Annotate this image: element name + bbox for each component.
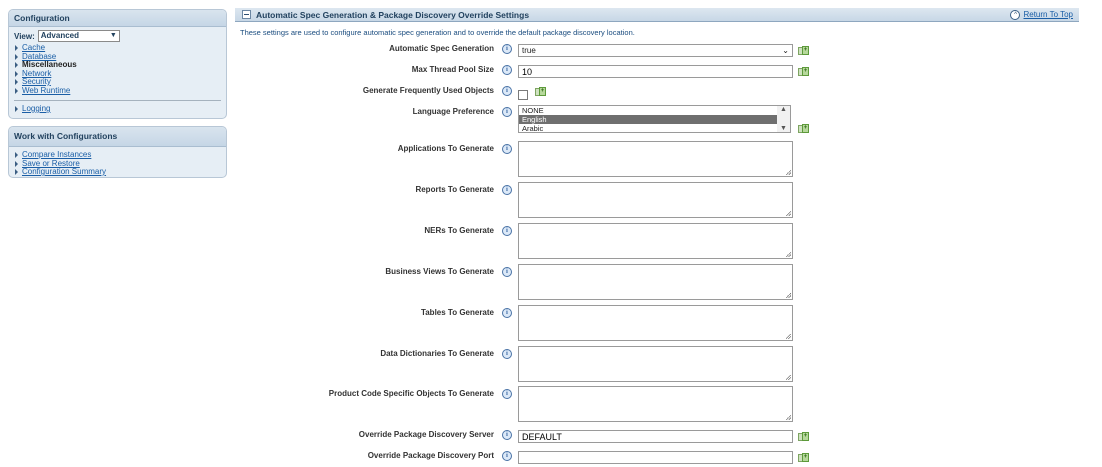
- triangle-right-icon: [15, 87, 18, 94]
- sidebar-item-web-runtime[interactable]: Web Runtime: [14, 86, 221, 96]
- work-item-label[interactable]: Configuration Summary: [22, 167, 106, 177]
- triangle-right-icon: [15, 62, 18, 69]
- business-views-textarea[interactable]: [518, 264, 793, 300]
- triangle-right-icon: [15, 169, 18, 176]
- info-icon[interactable]: i: [502, 65, 512, 75]
- data-dictionaries-label: Data Dictionaries To Generate: [380, 349, 494, 358]
- info-icon[interactable]: i: [502, 430, 512, 440]
- tables-label: Tables To Generate: [420, 308, 494, 317]
- ners-label: NERs To Generate: [424, 226, 494, 235]
- work-panel-title: Work with Configurations: [9, 127, 226, 147]
- sidebar-item-label[interactable]: Web Runtime: [22, 86, 70, 96]
- chevron-down-icon: ⌄: [782, 46, 789, 55]
- language-option-selected[interactable]: English: [519, 115, 777, 124]
- return-to-top[interactable]: ^ Return To Top: [1010, 9, 1073, 20]
- add-override-icon[interactable]: +: [798, 124, 809, 133]
- info-icon[interactable]: i: [502, 349, 512, 359]
- view-select-value: Advanced: [40, 31, 79, 40]
- sidebar-item-logging[interactable]: Logging: [14, 104, 221, 114]
- view-label: View:: [14, 31, 35, 41]
- section-header: Automatic Spec Generation & Package Disc…: [235, 8, 1079, 22]
- gen-frequent-label: Generate Frequently Used Objects: [362, 86, 494, 95]
- configuration-panel-title: Configuration: [9, 10, 226, 27]
- gen-frequent-checkbox[interactable]: [518, 90, 528, 100]
- info-icon[interactable]: i: [502, 144, 512, 154]
- reports-textarea[interactable]: [518, 182, 793, 218]
- scroll-up-icon[interactable]: ▲: [780, 106, 787, 113]
- ners-textarea[interactable]: [518, 223, 793, 259]
- business-views-label: Business Views To Generate: [385, 267, 494, 276]
- max-thread-label: Max Thread Pool Size: [411, 65, 494, 74]
- section-description: These settings are used to configure aut…: [240, 28, 635, 37]
- applications-label: Applications To Generate: [397, 144, 494, 153]
- info-icon[interactable]: i: [502, 86, 512, 96]
- info-icon[interactable]: i: [502, 267, 512, 277]
- data-dictionaries-textarea[interactable]: [518, 346, 793, 382]
- view-select[interactable]: Advanced ▼: [37, 30, 120, 42]
- info-icon[interactable]: i: [502, 185, 512, 195]
- divider: [14, 100, 221, 101]
- section-title: Automatic Spec Generation & Package Disc…: [256, 9, 530, 20]
- auto-spec-select[interactable]: true ⌄: [518, 44, 793, 57]
- return-to-top-link[interactable]: Return To Top: [1023, 10, 1073, 19]
- triangle-right-icon: [15, 45, 18, 52]
- up-arrow-icon: ^: [1010, 9, 1021, 20]
- triangle-right-icon: [15, 106, 18, 113]
- work-item-configuration-summary[interactable]: Configuration Summary: [14, 167, 221, 177]
- language-option[interactable]: Arabic: [519, 124, 777, 133]
- tables-textarea[interactable]: [518, 305, 793, 341]
- override-server-label: Override Package Discovery Server: [358, 430, 494, 439]
- add-override-icon[interactable]: +: [798, 46, 809, 55]
- override-port-label: Override Package Discovery Port: [367, 451, 494, 460]
- info-icon[interactable]: i: [502, 107, 512, 117]
- info-icon[interactable]: i: [502, 451, 512, 461]
- triangle-right-icon: [15, 79, 18, 86]
- add-override-icon[interactable]: +: [798, 432, 809, 441]
- configuration-panel: Configuration View: Advanced ▼ Cache Dat…: [8, 9, 227, 119]
- scroll-down-icon[interactable]: ▼: [780, 125, 787, 132]
- sidebar-item-label[interactable]: Logging: [22, 104, 50, 114]
- info-icon[interactable]: i: [502, 44, 512, 54]
- language-label: Language Preference: [412, 107, 494, 116]
- add-override-icon[interactable]: +: [798, 67, 809, 76]
- triangle-right-icon: [15, 53, 18, 60]
- auto-spec-value: true: [522, 46, 536, 55]
- info-icon[interactable]: i: [502, 226, 512, 236]
- triangle-right-icon: [15, 70, 18, 77]
- language-listbox[interactable]: NONE English Arabic ▲ ▼: [518, 105, 791, 133]
- product-code-textarea[interactable]: [518, 386, 793, 422]
- override-port-input[interactable]: [518, 451, 793, 464]
- override-server-input[interactable]: DEFAULT: [518, 430, 793, 443]
- chevron-down-icon: ▼: [109, 32, 117, 39]
- triangle-right-icon: [15, 160, 18, 167]
- triangle-right-icon: [15, 152, 18, 159]
- info-icon[interactable]: i: [502, 308, 512, 318]
- listbox-scrollbar[interactable]: ▲ ▼: [777, 106, 790, 132]
- work-with-configurations-panel: Work with Configurations Compare Instanc…: [8, 126, 227, 178]
- add-override-icon[interactable]: +: [535, 87, 546, 96]
- reports-label: Reports To Generate: [415, 185, 494, 194]
- auto-spec-label: Automatic Spec Generation: [389, 44, 494, 53]
- max-thread-input[interactable]: 10: [518, 65, 793, 78]
- language-option[interactable]: NONE: [519, 106, 777, 115]
- applications-textarea[interactable]: [518, 141, 793, 177]
- info-icon[interactable]: i: [502, 389, 512, 399]
- collapse-icon[interactable]: [242, 10, 251, 19]
- product-code-label: Product Code Specific Objects To Generat…: [328, 389, 494, 398]
- add-override-icon[interactable]: +: [798, 453, 809, 462]
